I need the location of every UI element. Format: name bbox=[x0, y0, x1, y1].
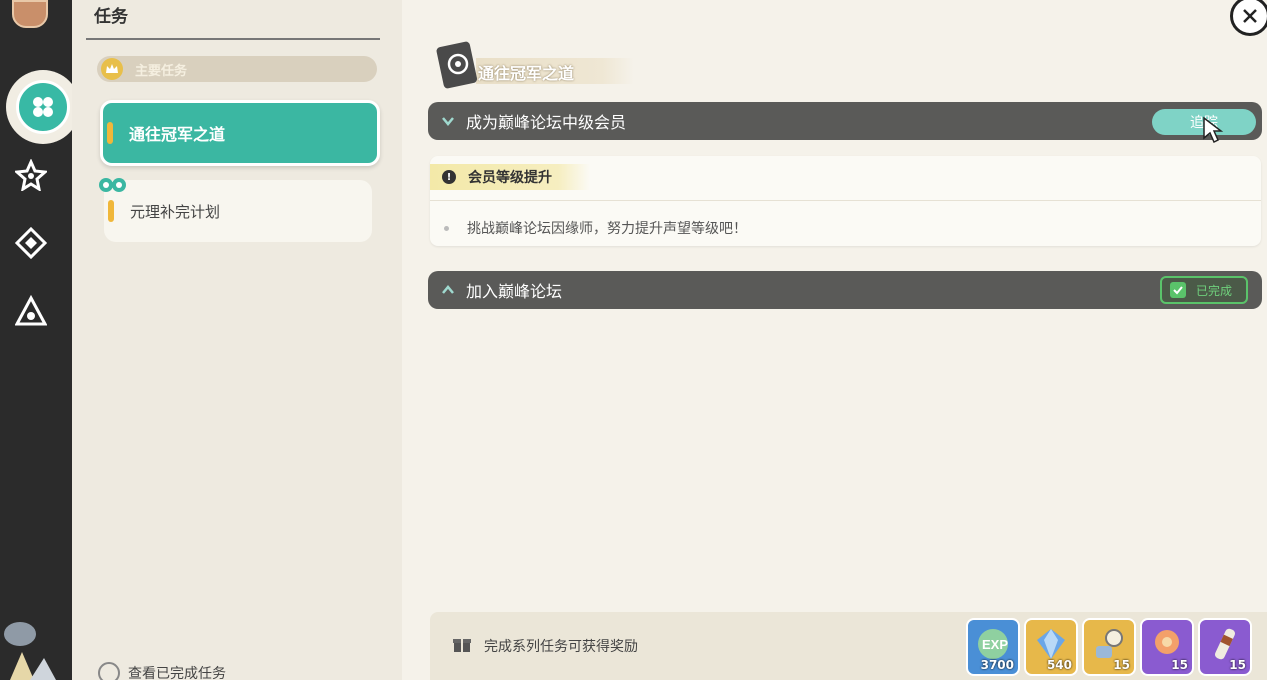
gem-icon bbox=[1032, 626, 1070, 662]
mascot-icon bbox=[0, 600, 72, 680]
rail-tab-triangle[interactable] bbox=[14, 294, 48, 328]
view-completed-toggle[interactable]: 查看已完成任务 bbox=[98, 662, 226, 680]
panel-title: 任务 bbox=[94, 2, 128, 27]
goal-header-collapsed[interactable]: 加入巅峰论坛 已完成 bbox=[428, 271, 1262, 309]
quest-item-active[interactable]: 通往冠军之道 bbox=[100, 100, 380, 166]
gift-icon bbox=[452, 634, 472, 654]
divider bbox=[430, 200, 1261, 201]
radio-icon bbox=[98, 662, 120, 680]
reward-item-scroll[interactable]: 15 bbox=[1198, 618, 1252, 676]
goal-title: 加入巅峰论坛 bbox=[466, 278, 562, 302]
chevron-down-icon bbox=[440, 113, 456, 129]
reward-item-flower[interactable]: 15 bbox=[1140, 618, 1194, 676]
quest-item[interactable]: 元理补完计划 bbox=[104, 180, 372, 242]
svg-text:EXP: EXP bbox=[982, 637, 1008, 652]
completed-badge: 已完成 bbox=[1160, 276, 1248, 304]
reward-label: 完成系列任务可获得奖励 bbox=[484, 636, 638, 656]
check-icon bbox=[1170, 282, 1186, 298]
quest-book-icon bbox=[434, 40, 480, 92]
chapter-header: 通往冠军之道 bbox=[420, 40, 640, 92]
completed-label: 已完成 bbox=[1196, 282, 1232, 299]
reward-item-gem[interactable]: 540 bbox=[1024, 618, 1078, 676]
reward-qty: 3700 bbox=[981, 658, 1014, 672]
scroll-icon bbox=[1206, 626, 1244, 662]
reward-item-key[interactable]: 15 bbox=[1082, 618, 1136, 676]
detail-heading-text: 会员等级提升 bbox=[468, 167, 552, 187]
rail-tab-diamond[interactable] bbox=[14, 226, 48, 260]
quest-label: 元理补完计划 bbox=[130, 201, 220, 222]
reward-strip: 完成系列任务可获得奖励 EXP 3700 540 15 15 15 bbox=[430, 612, 1267, 680]
bullet-icon bbox=[444, 226, 449, 231]
crown-icon bbox=[101, 58, 123, 80]
close-icon bbox=[1241, 7, 1259, 25]
objective-line: 挑战巅峰论坛因缘师，努力提升声望等级吧！ bbox=[444, 218, 747, 238]
bag-icon[interactable] bbox=[12, 0, 48, 28]
goal-header-expanded[interactable]: 成为巅峰论坛中级会员 追踪 bbox=[428, 102, 1262, 140]
reward-qty: 540 bbox=[1047, 658, 1072, 672]
objective-text: 挑战巅峰论坛因缘师，努力提升声望等级吧！ bbox=[467, 218, 747, 238]
rail-tab-quests[interactable] bbox=[16, 80, 70, 134]
close-button[interactable] bbox=[1230, 0, 1267, 36]
side-rail bbox=[0, 0, 72, 680]
quest-marker bbox=[107, 122, 113, 144]
pointer-cursor-icon bbox=[1202, 116, 1224, 144]
diamond-icon bbox=[15, 227, 47, 259]
star-icon bbox=[15, 159, 47, 191]
pin-icon bbox=[98, 176, 128, 198]
key-item-icon bbox=[1090, 626, 1128, 662]
category-main-quests[interactable]: 主要任务 bbox=[97, 56, 377, 82]
reward-qty: 15 bbox=[1171, 658, 1188, 672]
flower-icon bbox=[1148, 626, 1186, 662]
view-completed-label: 查看已完成任务 bbox=[128, 663, 226, 680]
category-label: 主要任务 bbox=[135, 60, 187, 79]
title-divider bbox=[86, 38, 380, 40]
detail-heading: ! 会员等级提升 bbox=[430, 164, 590, 190]
quest-label: 通往冠军之道 bbox=[129, 121, 225, 145]
rail-tab-star[interactable] bbox=[14, 158, 48, 192]
alert-icon: ! bbox=[442, 170, 456, 184]
reward-qty: 15 bbox=[1229, 658, 1246, 672]
exp-icon: EXP bbox=[974, 626, 1012, 662]
reward-item-exp[interactable]: EXP 3700 bbox=[966, 618, 1020, 676]
chevron-up-icon bbox=[440, 282, 456, 298]
triangle-icon bbox=[15, 295, 47, 327]
goal-title: 成为巅峰论坛中级会员 bbox=[466, 109, 626, 133]
quest-marker bbox=[108, 200, 114, 222]
clover-icon bbox=[30, 94, 56, 120]
reward-qty: 15 bbox=[1113, 658, 1130, 672]
chapter-title: 通往冠军之道 bbox=[478, 60, 574, 84]
goal-detail-card: ! 会员等级提升 挑战巅峰论坛因缘师，努力提升声望等级吧！ bbox=[430, 156, 1261, 246]
